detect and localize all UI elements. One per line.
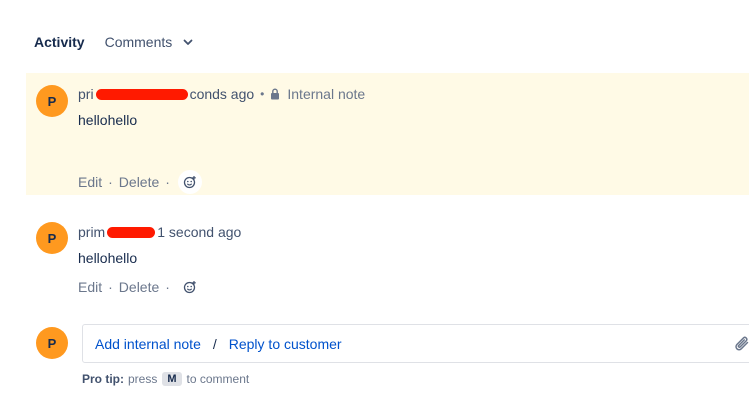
activity-filter-dropdown[interactable]: Comments <box>105 34 195 50</box>
comment-timestamp[interactable]: conds ago <box>190 86 255 102</box>
edit-link[interactable]: Edit <box>78 174 102 190</box>
comment-timestamp[interactable]: 1 second ago <box>157 224 241 240</box>
pro-tip-label: Pro tip: <box>82 372 124 386</box>
composer-slash: / <box>212 335 217 352</box>
keyboard-shortcut-key: M <box>162 372 182 386</box>
comment-composer[interactable]: Add internal note / Reply to customer <box>82 324 749 363</box>
comment-actions: Edit · Delete · <box>78 275 202 299</box>
comment-public: P prim 1 second ago hellohello Edit · De… <box>26 210 749 306</box>
add-reaction-button[interactable] <box>177 170 202 194</box>
pro-tip-before: press <box>128 372 158 386</box>
delete-link[interactable]: Delete <box>119 174 159 190</box>
internal-note-tag: Internal note <box>287 86 366 102</box>
pro-tip: Pro tip: press M to comment <box>82 372 249 386</box>
avatar[interactable]: P <box>36 85 68 117</box>
activity-header: Activity Comments <box>34 31 194 53</box>
paperclip-icon[interactable] <box>733 334 749 354</box>
edit-link[interactable]: Edit <box>78 279 102 295</box>
redaction-mark <box>107 227 156 238</box>
author-name[interactable]: pri <box>78 86 190 102</box>
add-reaction-button[interactable] <box>178 275 202 299</box>
lock-icon <box>271 88 280 100</box>
separator-dot: · <box>165 279 170 295</box>
author-name-prefix: pri <box>78 86 94 102</box>
separator-dot: · <box>165 174 170 190</box>
separator-dot: · <box>108 279 113 295</box>
comment-meta: prim 1 second ago <box>78 224 241 240</box>
author-name-prefix: prim <box>78 224 106 240</box>
avatar[interactable]: P <box>36 222 68 254</box>
separator-dot: • <box>260 87 265 101</box>
add-internal-note-link[interactable]: Add internal note <box>95 336 201 352</box>
redaction-mark <box>95 89 188 100</box>
reply-to-customer-link[interactable]: Reply to customer <box>229 336 342 352</box>
author-name[interactable]: prim <box>78 224 157 240</box>
smiley-plus-icon <box>183 176 196 189</box>
filter-label: Comments <box>104 34 173 50</box>
comment-meta: pri conds ago • Internal note <box>78 86 365 102</box>
comment-internal-note: P pri conds ago • Internal note hellohel… <box>26 73 749 195</box>
comment-body: hellohello <box>78 112 138 128</box>
chevron-down-icon <box>183 39 193 45</box>
delete-link[interactable]: Delete <box>119 279 159 295</box>
comment-body: hellohello <box>78 250 138 266</box>
smiley-plus-icon <box>183 281 196 294</box>
activity-title: Activity <box>34 34 85 50</box>
separator-dot: · <box>108 174 113 190</box>
current-user-avatar[interactable]: P <box>36 327 68 359</box>
comment-actions: Edit · Delete · <box>78 170 202 194</box>
pro-tip-after: to comment <box>186 372 250 386</box>
